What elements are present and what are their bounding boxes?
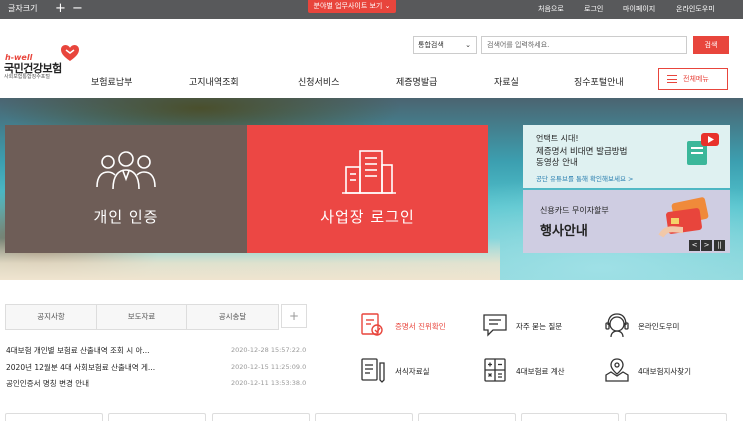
bottom-card bbox=[315, 413, 413, 421]
business-login-label: 사업장 로그인 bbox=[320, 208, 415, 226]
link-online-helper[interactable]: 온라인도우미 bbox=[676, 4, 715, 14]
faq-chat-icon bbox=[483, 314, 507, 337]
banner1-link[interactable]: 공단 유튜브를 통해 확인해보세요 > bbox=[536, 173, 633, 183]
business-login-panel[interactable]: 사업장 로그인 bbox=[247, 125, 488, 253]
search-button[interactable]: 검색 bbox=[693, 36, 729, 54]
heart-logo-icon bbox=[61, 45, 79, 61]
building-icon bbox=[341, 150, 396, 194]
quick-link-label: 서식자료실 bbox=[395, 367, 430, 376]
video-guide-banner[interactable]: 언택트 시대! 제증명서 비대면 발급방법 동영상 안내 공단 유튜브를 통해 … bbox=[523, 125, 730, 188]
people-group-icon bbox=[96, 151, 156, 190]
notice-date: 2020-12-15 11:25:09.0 bbox=[231, 363, 307, 371]
document-form-icon bbox=[361, 358, 385, 383]
nav-item-portal-guide[interactable]: 징수포털안내 bbox=[574, 75, 624, 88]
chevron-down-icon: ⌄ bbox=[384, 2, 391, 10]
field-sites-label: 분야별 업무사이트 보기 bbox=[313, 2, 383, 10]
youtube-document-icon bbox=[687, 133, 719, 165]
tab-public-notice[interactable]: 공시송달 bbox=[186, 304, 279, 330]
bottom-card bbox=[212, 413, 310, 421]
bottom-card bbox=[5, 413, 103, 421]
font-size-decrease-button[interactable]: − bbox=[72, 0, 83, 18]
more-notices-button[interactable]: + bbox=[281, 304, 307, 328]
notice-item[interactable]: 4대보험 개인별 보험료 산출내역 조회 시 아... bbox=[6, 345, 150, 356]
headset-helper-icon bbox=[605, 313, 629, 338]
banner1-line3: 동영상 안내 bbox=[536, 158, 578, 168]
banner2-line1: 신용카드 무이자할부 bbox=[540, 206, 609, 215]
all-menu-label: 전체메뉴 bbox=[683, 75, 709, 83]
quick-link-label: 온라인도우미 bbox=[638, 322, 680, 331]
banner-pause-button[interactable]: || bbox=[714, 240, 725, 251]
quick-link-label: 자주 묻는 질문 bbox=[516, 322, 563, 331]
font-size-increase-button[interactable]: + bbox=[55, 0, 66, 18]
nav-item-notice-history[interactable]: 고지내역조회 bbox=[189, 75, 239, 88]
banner2-line2: 행사안내 bbox=[540, 224, 588, 239]
search-scope-select[interactable]: 통합검색 ⌄ bbox=[413, 36, 477, 54]
nav-item-archive[interactable]: 자료실 bbox=[494, 75, 519, 88]
link-home[interactable]: 처음으로 bbox=[538, 4, 564, 14]
map-location-icon bbox=[605, 358, 629, 382]
tab-press[interactable]: 보도자료 bbox=[96, 304, 187, 330]
tab-notices[interactable]: 공지사항 bbox=[5, 304, 97, 330]
hamburger-icon bbox=[667, 75, 677, 83]
banner1-line1: 언택트 시대! bbox=[536, 134, 579, 143]
top-utility-bar: 글자크기 + − 분야별 업무사이트 보기 ⌄ 처음으로 로그인 마이페이지 온… bbox=[0, 0, 743, 19]
link-login[interactable]: 로그인 bbox=[584, 4, 603, 14]
all-menu-button[interactable]: 전체메뉴 bbox=[658, 68, 728, 90]
banner-next-button[interactable]: > bbox=[701, 240, 712, 251]
link-mypage[interactable]: 마이페이지 bbox=[623, 4, 655, 14]
search-placeholder: 검색어를 입력하세요. bbox=[487, 41, 550, 49]
nav-item-payment[interactable]: 보험료납부 bbox=[91, 75, 132, 88]
quick-link-label: 4대보험지사찾기 bbox=[638, 367, 692, 376]
notice-item[interactable]: 공인인증서 명칭 변경 안내 bbox=[6, 378, 89, 389]
quick-link-label: 증명서 진위확인 bbox=[395, 322, 446, 331]
bottom-card bbox=[418, 413, 516, 421]
credit-card-icon bbox=[658, 197, 709, 238]
banner-prev-button[interactable]: < bbox=[689, 240, 700, 251]
notice-item[interactable]: 2020년 12월분 4대 사회보험료 산출내역 게... bbox=[6, 362, 155, 373]
field-sites-button[interactable]: 분야별 업무사이트 보기 ⌄ bbox=[308, 0, 396, 13]
logo-subtitle: 사회보험통합징수포털 bbox=[4, 74, 51, 80]
certificate-check-icon bbox=[361, 313, 383, 336]
notice-date: 2020-12-11 13:53:38.0 bbox=[231, 379, 307, 387]
bottom-card bbox=[521, 413, 619, 421]
personal-login-panel[interactable]: 개인 인증 bbox=[5, 125, 247, 253]
search-scope-value: 통합검색 bbox=[418, 41, 444, 49]
nav-item-application[interactable]: 신청서비스 bbox=[298, 75, 339, 88]
calculator-icon bbox=[484, 358, 506, 382]
font-size-label: 글자크기 bbox=[8, 4, 38, 13]
bottom-card bbox=[108, 413, 206, 421]
search-input[interactable]: 검색어를 입력하세요. bbox=[481, 36, 687, 54]
chevron-down-icon: ⌄ bbox=[465, 41, 471, 49]
personal-login-label: 개인 인증 bbox=[93, 208, 159, 226]
bottom-card bbox=[625, 413, 727, 421]
notice-date: 2020-12-28 15:57:22.0 bbox=[231, 346, 307, 354]
quick-link-label: 4대보험료 계산 bbox=[516, 367, 565, 376]
nav-item-certificates[interactable]: 제증명발급 bbox=[396, 75, 437, 88]
